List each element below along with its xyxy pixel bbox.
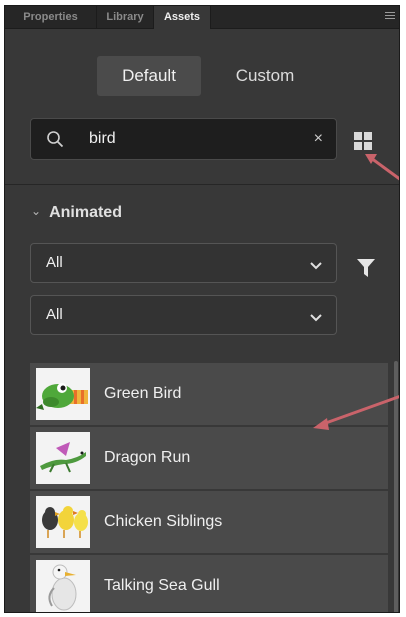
list-item-chicken-siblings[interactable]: Chicken Siblings [30, 491, 388, 555]
subcategory-dropdown[interactable]: All [30, 295, 337, 335]
section-title: Animated [49, 204, 122, 221]
sea-gull-thumbnail [36, 560, 90, 612]
animated-section-header[interactable]: ⌄ Animated [31, 204, 122, 222]
asset-name: Green Bird [104, 385, 182, 402]
asset-list: Green Bird Dragon Run Chicken Siblings T… [30, 363, 388, 612]
custom-toggle-button[interactable]: Custom [215, 56, 315, 96]
tab-library[interactable]: Library [97, 6, 154, 28]
list-item-green-bird[interactable]: Green Bird [30, 363, 388, 427]
asset-name: Chicken Siblings [104, 513, 223, 530]
panel-tab-bar: Properties Library Assets [5, 6, 399, 29]
search-icon [46, 130, 64, 153]
default-toggle-button[interactable]: Default [97, 56, 201, 96]
chevron-down-icon [310, 257, 322, 275]
chicken-siblings-thumbnail [36, 496, 90, 548]
dragon-run-thumbnail [36, 432, 90, 484]
green-bird-thumbnail [36, 368, 90, 420]
chevron-down-icon [310, 309, 322, 327]
category-dropdown-value: All [46, 254, 63, 271]
funnel-icon[interactable] [357, 259, 375, 283]
asset-name: Dragon Run [104, 449, 191, 466]
list-item-dragon-run[interactable]: Dragon Run [30, 427, 388, 491]
search-box: × [30, 118, 337, 160]
grid-view-icon[interactable] [354, 132, 373, 151]
chevron-down-icon: ⌄ [31, 204, 42, 218]
subcategory-dropdown-value: All [46, 306, 63, 323]
list-item-talking-sea-gull[interactable]: Talking Sea Gull [30, 555, 388, 612]
tab-properties[interactable]: Properties [5, 6, 97, 28]
asset-name: Talking Sea Gull [104, 577, 220, 594]
list-scrollbar[interactable] [394, 361, 398, 612]
search-input[interactable] [89, 127, 289, 151]
panel-menu-icon[interactable] [385, 12, 395, 21]
category-dropdown[interactable]: All [30, 243, 337, 283]
tab-assets[interactable]: Assets [154, 6, 211, 29]
clear-search-button[interactable]: × [314, 129, 323, 149]
assets-panel: Properties Library Assets Default Custom… [4, 5, 400, 613]
section-divider [5, 184, 399, 185]
